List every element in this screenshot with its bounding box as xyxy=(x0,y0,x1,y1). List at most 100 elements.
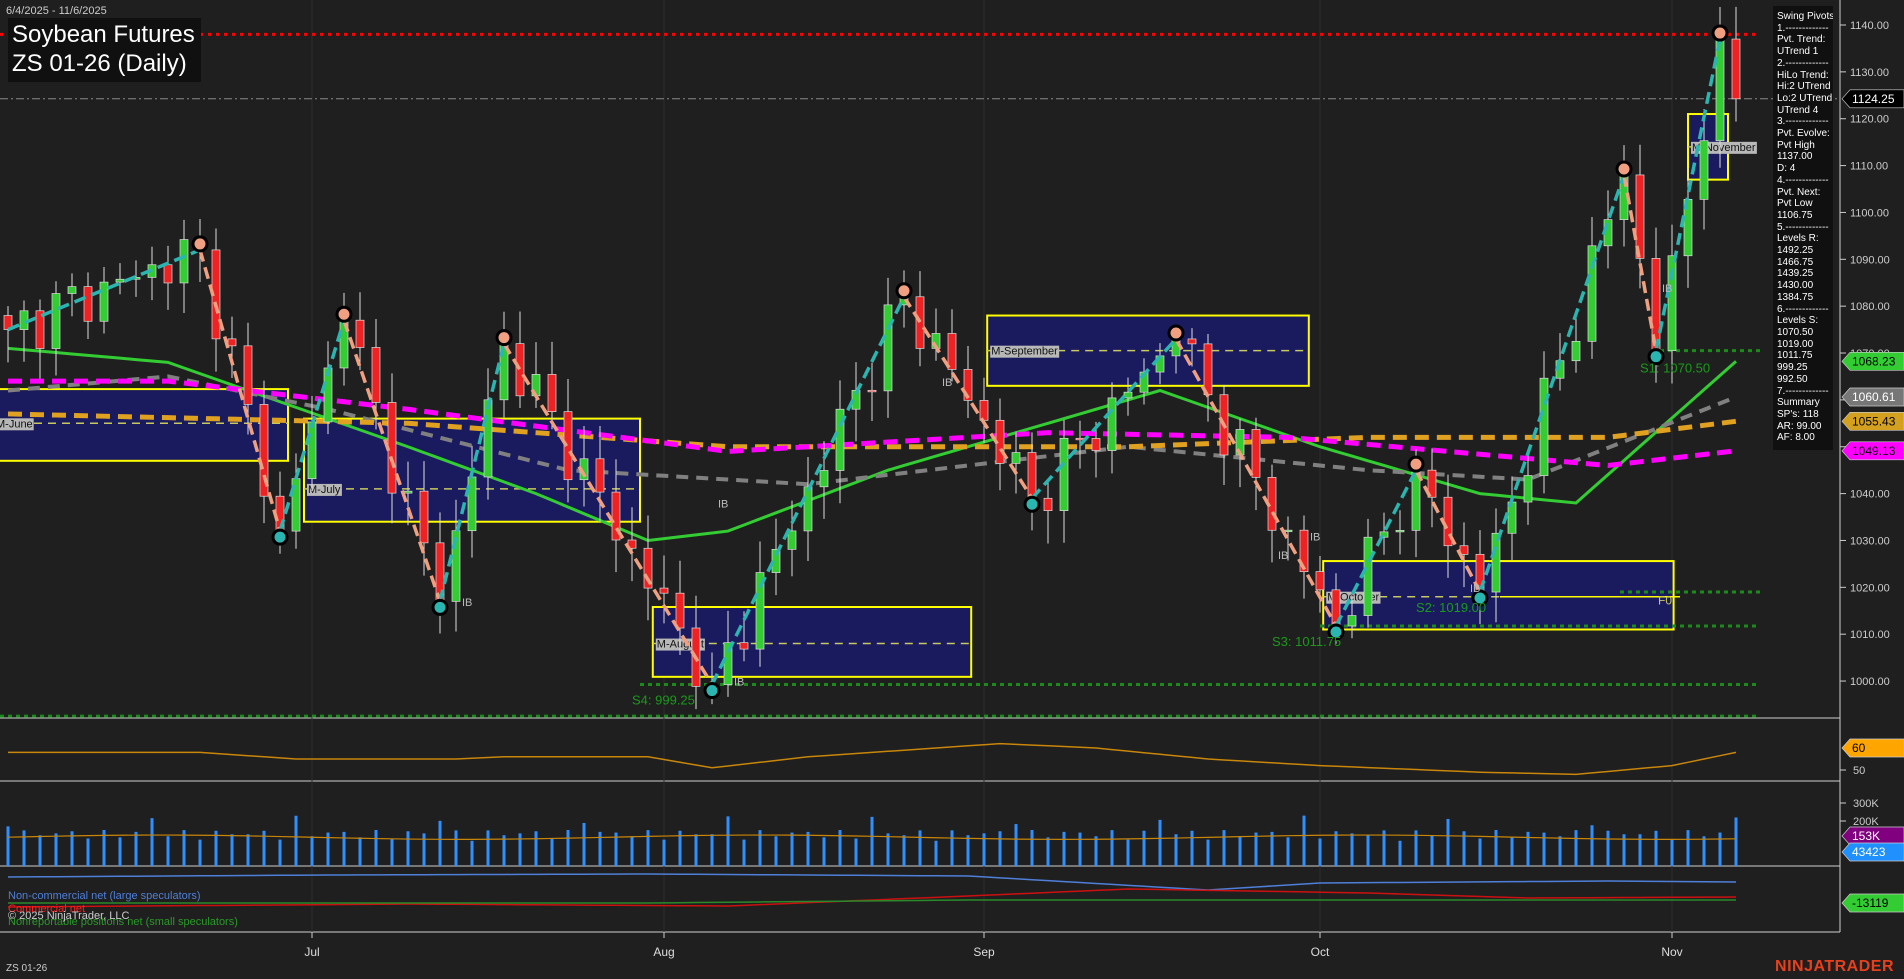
price-tag: 1049.13 xyxy=(1852,444,1896,458)
info-line: 6.------------- xyxy=(1777,303,1829,315)
info-line: 1011.75 xyxy=(1777,350,1813,362)
month-label-oct: Oct xyxy=(1311,945,1330,959)
volume-bar xyxy=(1350,833,1354,866)
volume-bar xyxy=(966,835,970,866)
candle-down xyxy=(659,587,669,594)
volume-bar xyxy=(54,833,58,866)
candle-down xyxy=(947,333,957,370)
candle-up xyxy=(819,470,829,488)
ib-marker: IB xyxy=(942,377,952,389)
candle-up xyxy=(1491,532,1501,593)
candle-down xyxy=(227,338,237,347)
pivot-high-marker xyxy=(495,329,513,347)
candle-up xyxy=(1523,475,1533,503)
price-tag: 1124.25 xyxy=(1852,92,1895,106)
volume-bar xyxy=(870,816,874,866)
f0-label: F0 xyxy=(1658,594,1672,608)
volume-bar xyxy=(390,838,394,866)
support-label: S1: 1070.50 xyxy=(1640,361,1710,376)
volume-bar xyxy=(1302,815,1306,866)
candle-up xyxy=(803,486,813,532)
volume-bar xyxy=(278,839,282,866)
month-label-aug: Aug xyxy=(653,945,674,959)
candle-up xyxy=(1571,340,1581,362)
volume-bar xyxy=(550,838,554,866)
cot-line-2 xyxy=(8,899,1736,904)
volume-bar xyxy=(1286,837,1290,866)
volume-bar xyxy=(310,836,314,866)
month-label-jul: Jul xyxy=(304,945,319,959)
info-line: Pvt. Evolve: xyxy=(1777,128,1830,140)
candle-down xyxy=(1027,452,1037,499)
price-tick-label: 1130.00 xyxy=(1850,67,1889,79)
volume-bar xyxy=(646,830,650,866)
volume-bar xyxy=(438,820,442,866)
volume-bar xyxy=(166,836,170,866)
cot-line-0 xyxy=(7,873,1737,891)
volume-bar xyxy=(854,838,858,866)
pivot-low-marker xyxy=(703,682,721,700)
price-tick-label: 1020.00 xyxy=(1850,582,1890,594)
volume-bar xyxy=(518,833,522,866)
info-line: Levels S: xyxy=(1777,315,1819,327)
info-line: 1430.00 xyxy=(1777,280,1814,292)
volume-bar xyxy=(630,836,634,866)
info-line: 999.25 xyxy=(1777,362,1808,374)
info-line: 992.50 xyxy=(1777,373,1808,385)
symbol-footer: ZS 01-26 xyxy=(6,963,48,974)
volume-bar xyxy=(582,822,586,866)
price-tick-label: 1090.00 xyxy=(1850,254,1890,266)
candle-down xyxy=(83,286,93,322)
candle-up xyxy=(1059,437,1069,512)
candle-down xyxy=(355,319,365,348)
candle-up xyxy=(115,278,125,283)
volume-bar xyxy=(566,830,570,866)
pivot-high-marker xyxy=(1711,24,1729,42)
price-tick-label: 1030.00 xyxy=(1850,535,1890,547)
candle-up xyxy=(67,286,77,294)
volume-bar xyxy=(6,826,10,866)
volume-bar xyxy=(1446,818,1450,866)
volume-bar xyxy=(950,830,954,866)
volume-bar xyxy=(1078,832,1082,866)
candle-up xyxy=(1395,529,1405,533)
volume-bar xyxy=(230,834,234,866)
candle-down xyxy=(1731,38,1741,100)
info-line: HiLo Trend: xyxy=(1777,69,1829,81)
volume-bar xyxy=(1510,837,1514,866)
volume-bar xyxy=(1590,825,1594,866)
volume-bar xyxy=(662,839,666,866)
price-chart[interactable]: Jul Aug Sep Oct Nov 1000.00 1010.00 1020.00 1030… xyxy=(0,0,1904,979)
volume-tick-label: 300K xyxy=(1853,798,1879,810)
volume-bar xyxy=(342,831,346,866)
info-line: AF: 8.00 xyxy=(1777,432,1815,444)
price-tag: 1068.23 xyxy=(1852,354,1896,368)
pivot-low-marker xyxy=(431,598,449,616)
volume-bar xyxy=(1398,840,1402,866)
info-line: 1439.25 xyxy=(1777,268,1814,280)
volume-bar xyxy=(502,835,506,866)
monthly-box-label: M-September xyxy=(991,346,1058,358)
candle-up xyxy=(883,304,893,392)
candle-down xyxy=(1043,497,1053,512)
monthly-box-label: M-June xyxy=(0,418,33,430)
volume-bar xyxy=(406,831,410,866)
volume-bar xyxy=(1670,839,1674,866)
ib-marker: IB xyxy=(462,597,472,609)
cot-line-1 xyxy=(7,888,1737,908)
candle-down xyxy=(595,458,605,493)
volume-bar xyxy=(1030,830,1034,866)
volume-bar xyxy=(1126,839,1130,866)
info-line: 4.------------- xyxy=(1777,174,1829,186)
volume-bar xyxy=(1014,824,1018,866)
volume-bar xyxy=(694,834,698,866)
volume-bar xyxy=(198,839,202,866)
pivot-high-marker xyxy=(1615,160,1633,178)
info-line: 2.------------- xyxy=(1777,57,1829,69)
volume-tag: 153K xyxy=(1852,829,1880,843)
info-line: D: 4 xyxy=(1777,163,1796,175)
support-label: S2: 1019.00 xyxy=(1416,600,1486,615)
volume-bar xyxy=(86,838,90,866)
ib-marker: IB xyxy=(718,499,728,511)
candle-up xyxy=(51,293,61,349)
